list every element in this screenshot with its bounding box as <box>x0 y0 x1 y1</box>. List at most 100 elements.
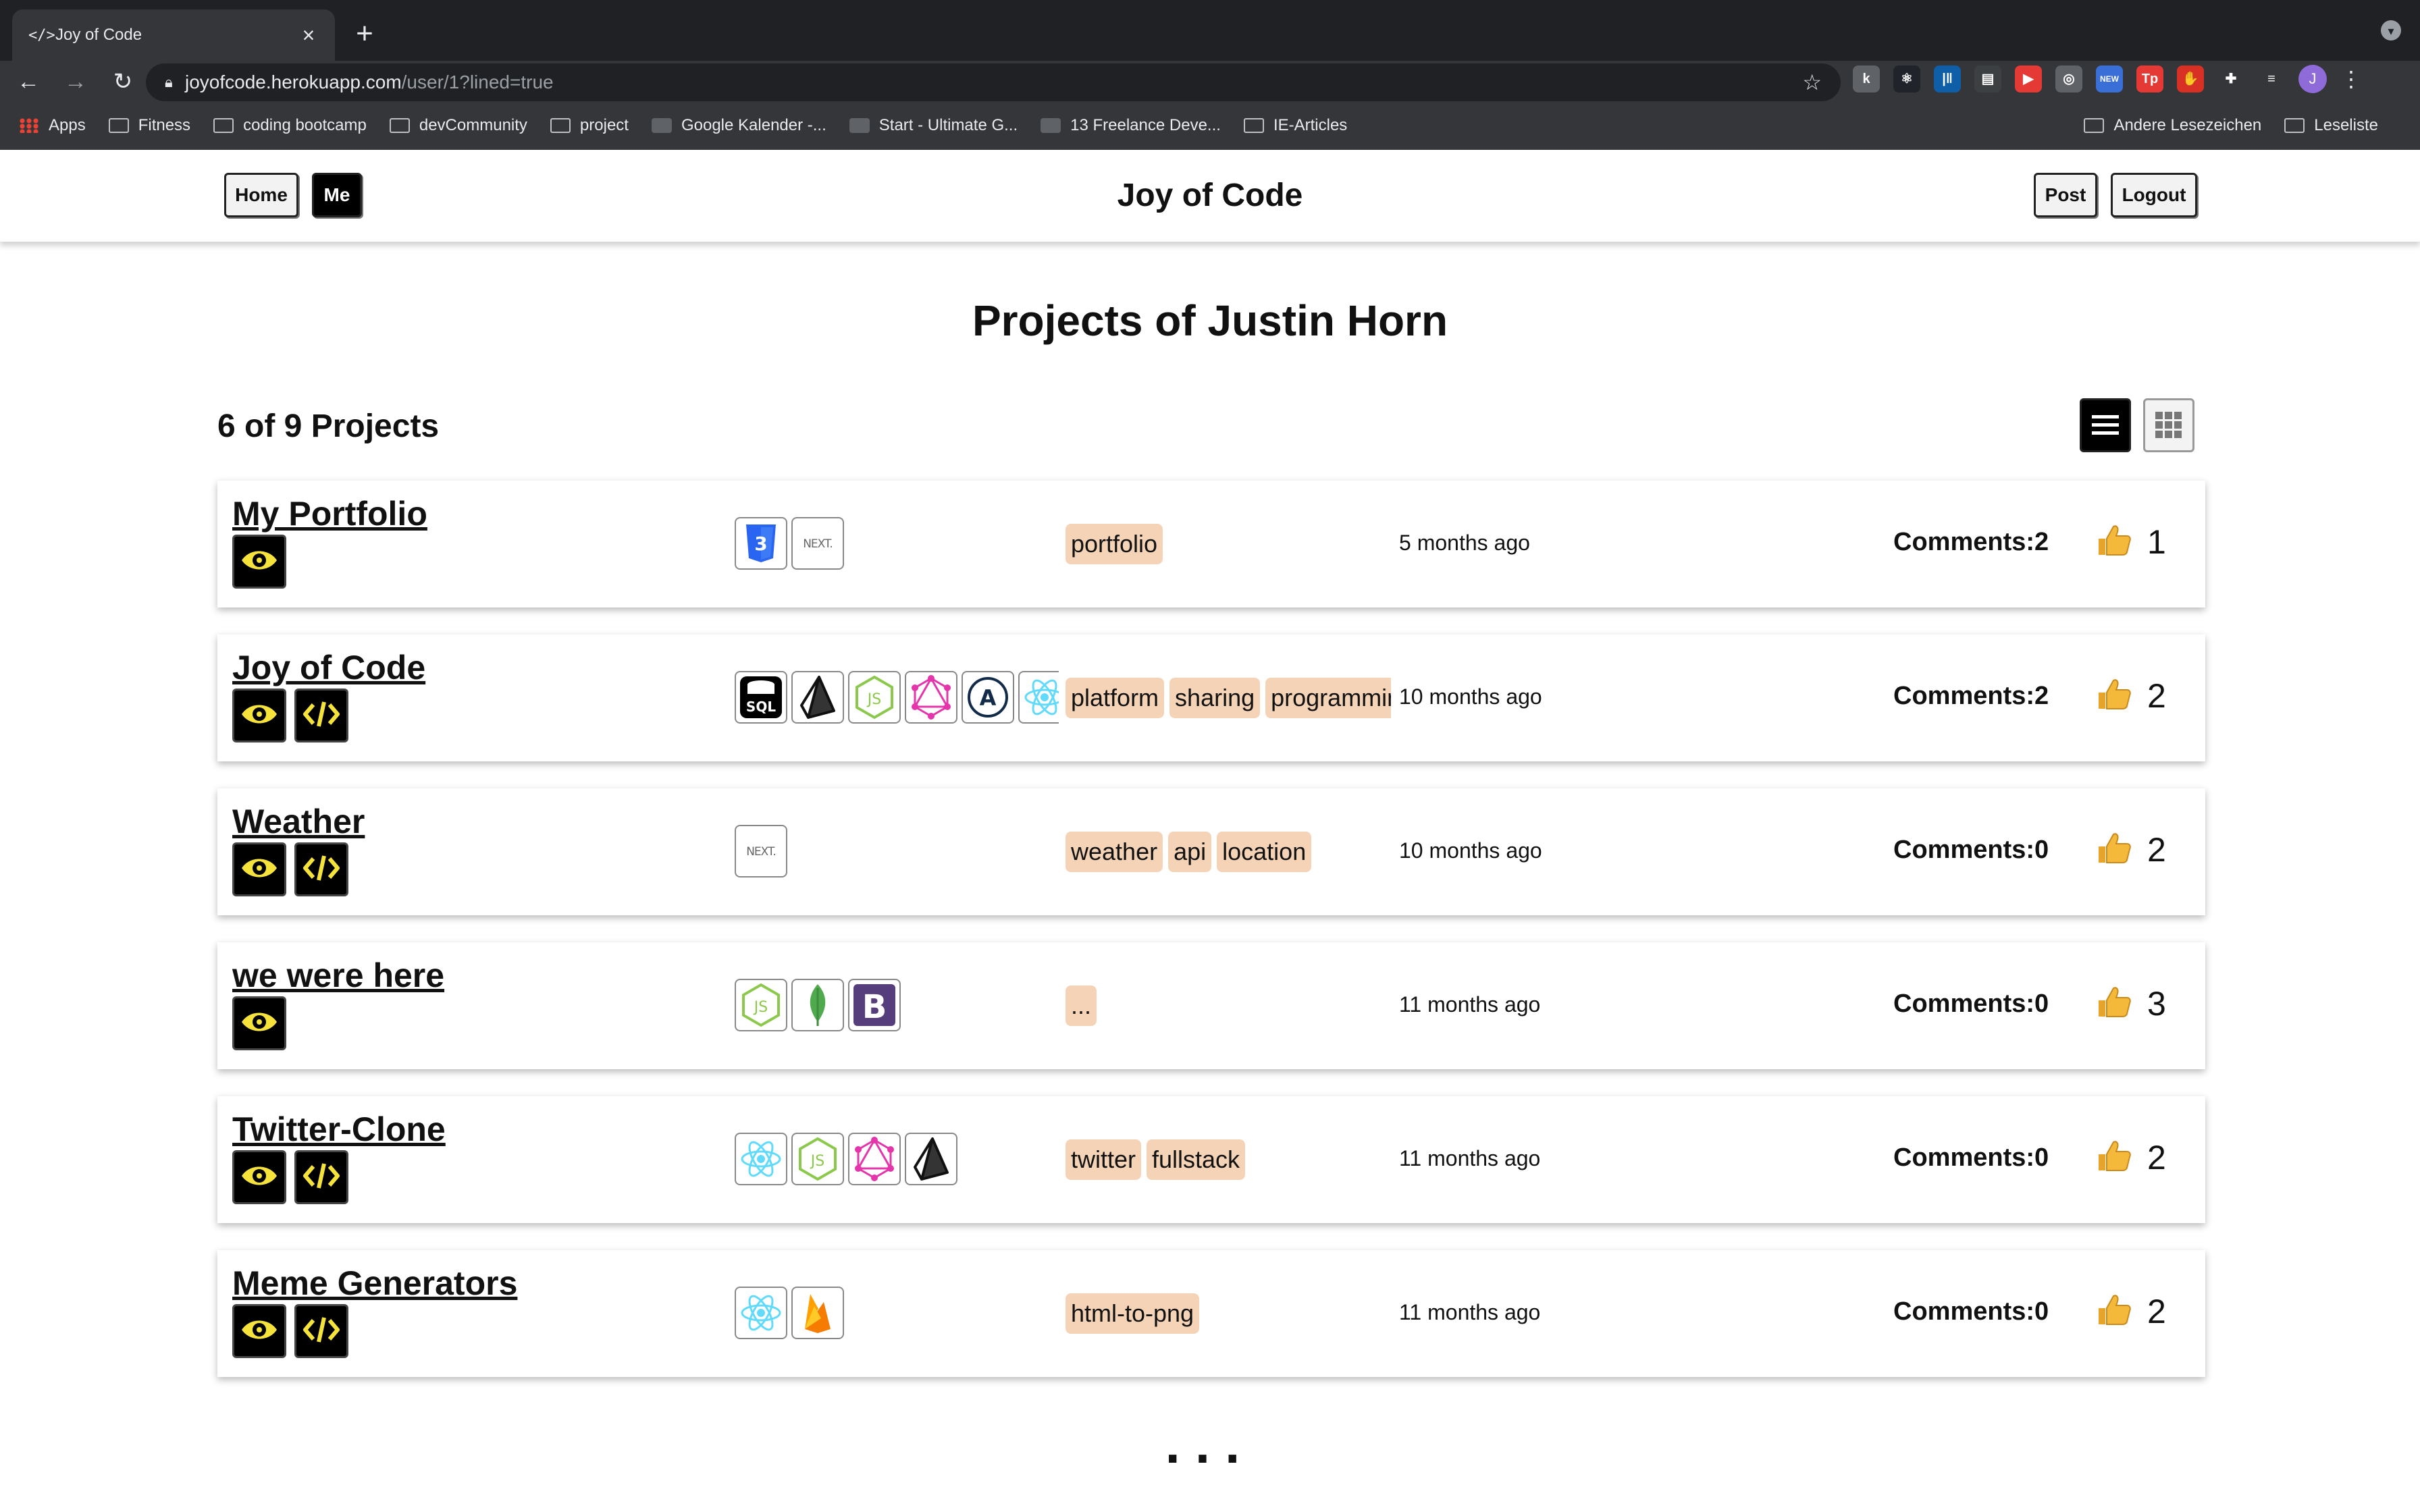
view-live-button[interactable] <box>232 535 286 589</box>
view-live-button[interactable] <box>232 1150 286 1204</box>
thumbs-up-icon[interactable] <box>2095 829 2132 870</box>
comments-count[interactable]: Comments:0 <box>1893 1143 2049 1172</box>
address-bar[interactable]: 🔒︎ joyofcode.herokuapp.com/user/1?lined=… <box>146 63 1841 101</box>
thumbs-up-icon[interactable] <box>2095 675 2132 716</box>
tag-chip[interactable]: weather <box>1066 832 1163 872</box>
ext-paper-icon[interactable]: ▤ <box>1974 65 2001 92</box>
bookmark-item[interactable]: folder-icon IE-Articles <box>1243 116 1347 135</box>
tag-chip[interactable]: platform <box>1066 678 1165 718</box>
tag-chip[interactable]: location <box>1217 832 1312 872</box>
bookmark-item[interactable]: favicon 13 Freelance Deve... <box>1041 116 1221 135</box>
tag-chip[interactable]: programmin <box>1265 678 1391 718</box>
project-actions <box>232 996 286 1050</box>
like-control[interactable]: 2 <box>2095 675 2166 716</box>
ext-tp-icon[interactable]: Tp <box>2136 65 2163 92</box>
comments-count[interactable]: Comments:2 <box>1893 682 2049 711</box>
view-live-button[interactable] <box>232 842 286 896</box>
ext-play-icon[interactable]: ▶ <box>2015 65 2042 92</box>
bookmark-label: Leseliste <box>2314 116 2378 134</box>
comments-count[interactable]: Comments:0 <box>1893 1297 2049 1326</box>
browser-menu-icon[interactable]: ⋮ <box>2340 66 2362 92</box>
react-icon <box>1018 671 1059 724</box>
react-devtools-icon[interactable]: ⚛ <box>1893 65 1920 92</box>
project-date: 5 months ago <box>1399 531 1530 555</box>
tag-chip[interactable]: ... <box>1066 986 1097 1026</box>
view-code-button[interactable] <box>294 688 348 742</box>
comments-count[interactable]: Comments:2 <box>1893 528 2049 557</box>
close-tab-icon[interactable]: × <box>298 23 319 48</box>
project-title-link[interactable]: Joy of Code <box>232 648 425 687</box>
svg-text:JS: JS <box>810 1153 824 1170</box>
ext-globe-icon[interactable]: ◎ <box>2055 65 2082 92</box>
lock-icon[interactable]: 🔒︎ <box>165 74 185 91</box>
tag-chip[interactable]: portfolio <box>1066 524 1163 564</box>
bookmark-item[interactable]: reading-list-icon Leseliste <box>2284 116 2378 135</box>
project-title-link[interactable]: Twitter-Clone <box>232 1110 446 1149</box>
view-live-button[interactable] <box>232 1304 286 1358</box>
project-title-link[interactable]: My Portfolio <box>232 494 427 533</box>
thumbs-up-icon[interactable] <box>2095 1137 2132 1178</box>
ext-k-icon[interactable]: k <box>1853 65 1880 92</box>
bookmark-item[interactable]: folder-icon Fitness <box>108 116 190 135</box>
tag-chip[interactable]: sharing <box>1169 678 1261 718</box>
like-control[interactable]: 2 <box>2095 1291 2166 1332</box>
view-code-button[interactable] <box>294 1304 348 1358</box>
thumbs-up-icon[interactable] <box>2095 521 2132 562</box>
bookmark-item[interactable]: favicon Start - Ultimate G... <box>849 116 1018 135</box>
bookmark-item[interactable]: folder-icon coding bootcamp <box>213 116 367 135</box>
project-title-link[interactable]: we were here <box>232 956 444 995</box>
tag-chip[interactable]: twitter <box>1066 1139 1142 1180</box>
project-title-link[interactable]: Weather <box>232 802 365 841</box>
bookmark-label: 13 Freelance Deve... <box>1070 116 1221 134</box>
tag-chip[interactable]: fullstack <box>1147 1139 1246 1180</box>
like-control[interactable]: 2 <box>2095 829 2166 870</box>
like-count: 2 <box>2147 830 2166 869</box>
bookmark-item[interactable]: folder-icon devCommunity <box>389 116 527 135</box>
forward-button[interactable]: → <box>57 63 95 101</box>
ext-hand-icon[interactable]: ✋ <box>2177 65 2204 92</box>
folder-icon: folder-icon <box>550 118 571 133</box>
reading-list-icon[interactable]: ≡ <box>2258 65 2285 92</box>
bookmark-item[interactable]: apps-grid-icon Apps <box>19 116 86 135</box>
view-live-button[interactable] <box>232 688 286 742</box>
ext-new-icon[interactable]: NEW <box>2096 65 2123 92</box>
like-control[interactable]: 1 <box>2095 521 2166 562</box>
bookmark-label: Start - Ultimate G... <box>878 116 1018 134</box>
thumbs-up-icon[interactable] <box>2095 1291 2132 1332</box>
eye-icon <box>240 855 278 885</box>
extensions-puzzle-icon[interactable]: ✚ <box>2217 65 2244 92</box>
tab-search-icon[interactable]: ▾ <box>2381 20 2401 40</box>
browser-tab[interactable]: </> Joy of Code × <box>12 9 335 61</box>
thumbs-up-icon[interactable] <box>2095 983 2132 1024</box>
svg-text:NEXT.: NEXT. <box>746 845 776 859</box>
prisma-icon <box>905 1133 957 1185</box>
grid-view-button[interactable] <box>2143 398 2194 452</box>
url-text[interactable]: joyofcode.herokuapp.com/user/1?lined=tru… <box>185 72 1802 93</box>
tag-list: html-to-png <box>1066 1293 1391 1334</box>
new-tab-button[interactable]: + <box>350 15 379 53</box>
logout-button[interactable]: Logout <box>2111 173 2197 217</box>
list-view-button[interactable] <box>2080 398 2131 452</box>
like-control[interactable]: 3 <box>2095 983 2166 1024</box>
profile-avatar[interactable]: J <box>2298 65 2327 93</box>
post-button[interactable]: Post <box>2034 173 2097 217</box>
load-more-indicator[interactable]: ... <box>0 1413 2420 1476</box>
project-title-link[interactable]: Meme Generators <box>232 1264 517 1303</box>
back-button[interactable]: ← <box>9 63 47 101</box>
bookmark-item[interactable]: calendar-favicon Google Kalender -... <box>651 116 826 135</box>
comments-count[interactable]: Comments:0 <box>1893 836 2049 865</box>
view-code-button[interactable] <box>294 842 348 896</box>
view-live-button[interactable] <box>232 996 286 1050</box>
eye-icon <box>240 1162 278 1193</box>
like-control[interactable]: 2 <box>2095 1137 2166 1178</box>
bookmark-item[interactable]: folder-icon project <box>550 116 629 135</box>
reload-button[interactable]: ↻ <box>104 63 142 101</box>
svg-text:NEXT.: NEXT. <box>803 537 833 551</box>
bookmark-item[interactable]: folder-icon Andere Lesezeichen <box>2084 116 2261 135</box>
view-code-button[interactable] <box>294 1150 348 1204</box>
bookmark-star-icon[interactable]: ☆ <box>1802 70 1822 95</box>
ext-bars-icon[interactable]: |‖ <box>1934 65 1961 92</box>
comments-count[interactable]: Comments:0 <box>1893 990 2049 1019</box>
tag-chip[interactable]: html-to-png <box>1066 1293 1200 1334</box>
tag-chip[interactable]: api <box>1168 832 1212 872</box>
